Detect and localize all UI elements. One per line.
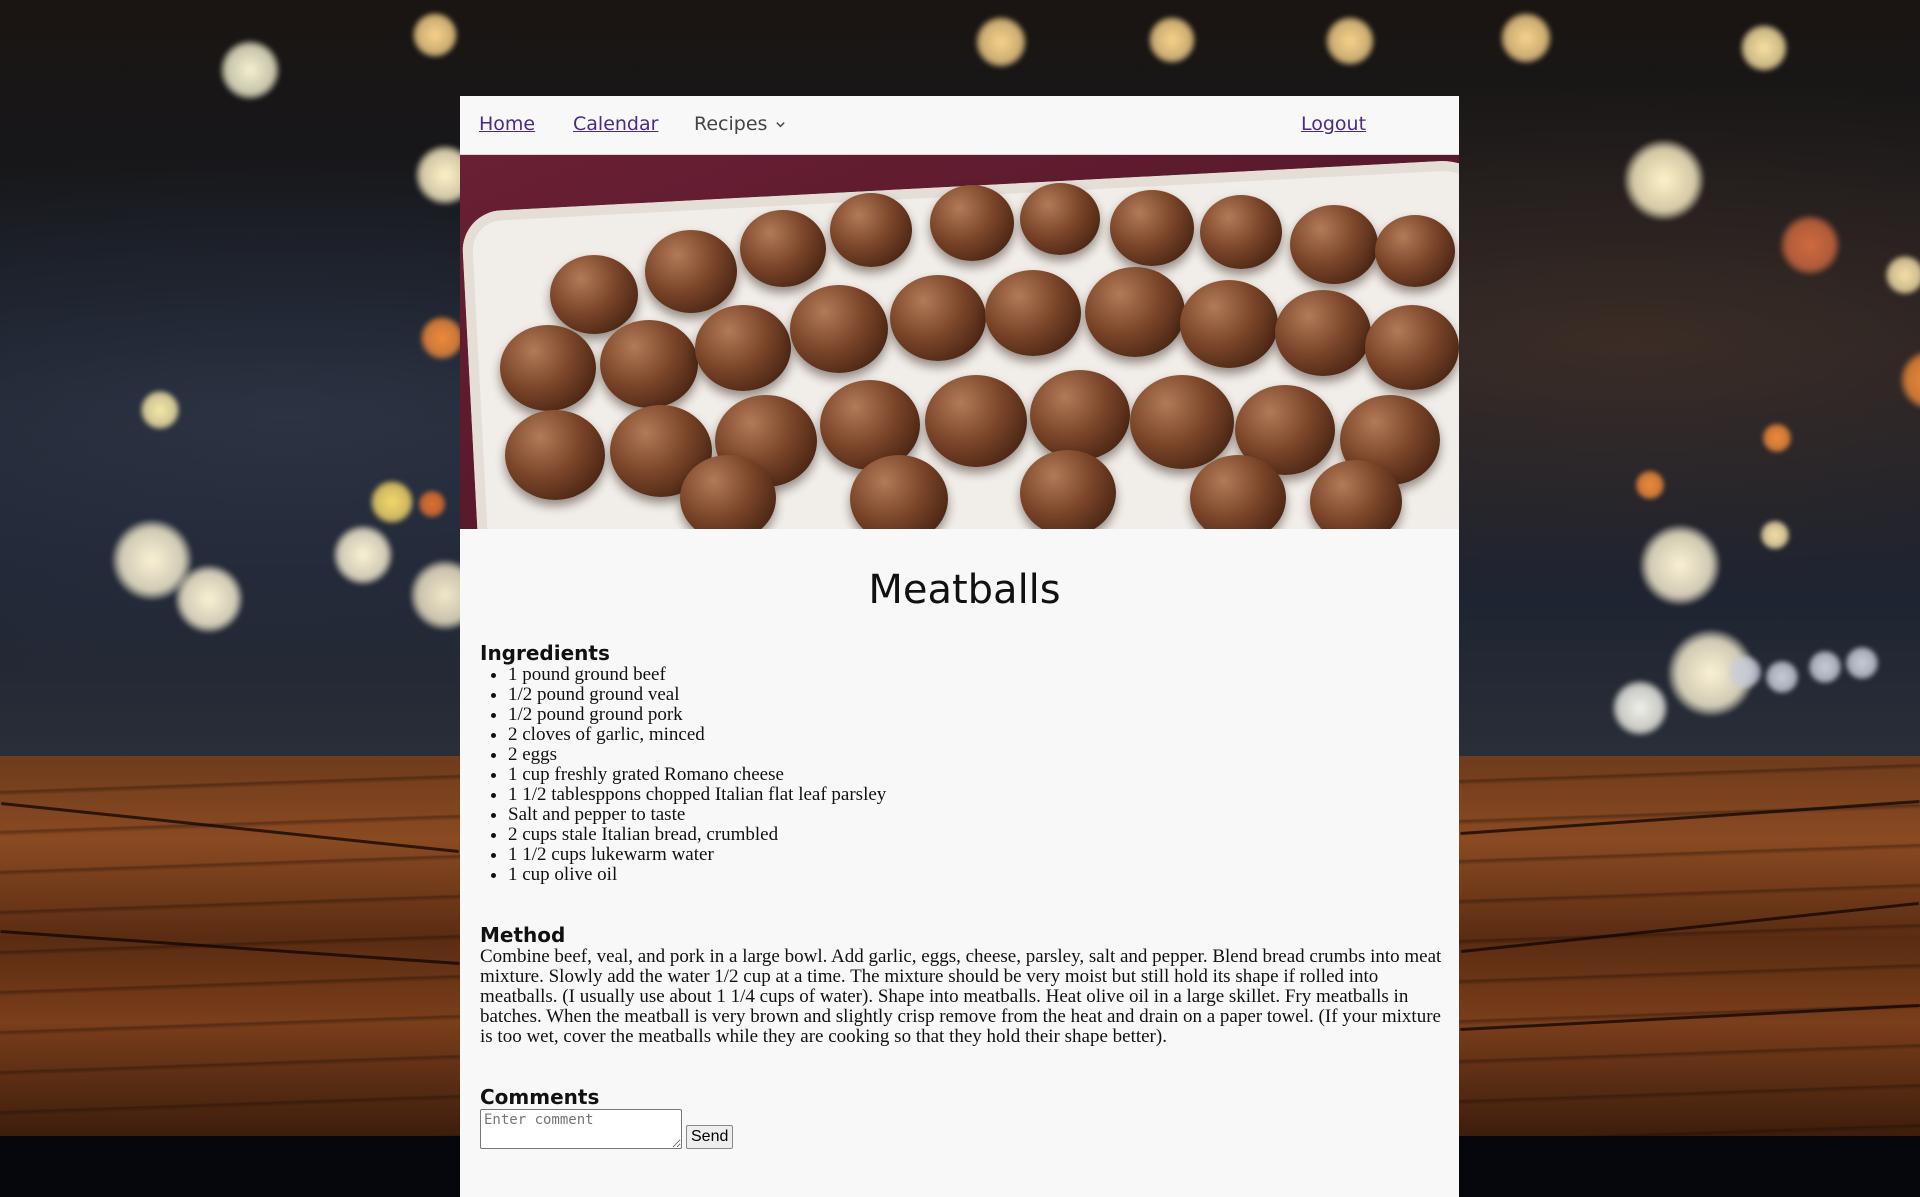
comment-form: Send (480, 1109, 1449, 1149)
bokeh-light (1500, 12, 1552, 64)
ingredient-item: 2 cloves of garlic, minced (508, 725, 1449, 745)
nav-logout-link[interactable]: Logout (1301, 113, 1366, 135)
meatball (1375, 215, 1455, 287)
ingredient-item: 1 1/2 cups lukewarm water (508, 845, 1449, 865)
meatball (505, 410, 605, 500)
bokeh-light (370, 480, 414, 524)
bokeh-light (1845, 646, 1879, 680)
nav-calendar-link[interactable]: Calendar (573, 113, 658, 135)
bokeh-light (1728, 655, 1762, 689)
comment-input[interactable] (480, 1109, 682, 1149)
meatball (1130, 375, 1234, 469)
meatball (1180, 280, 1278, 369)
bokeh-light (175, 565, 243, 633)
recipe-title: Meatballs (868, 567, 1061, 613)
ingredient-item: Salt and pepper to taste (508, 805, 1449, 825)
bokeh-light (975, 16, 1027, 68)
recipe-hero-image (460, 155, 1459, 529)
ingredient-item: 1 cup olive oil (508, 865, 1449, 885)
ingredients-heading: Ingredients (480, 641, 610, 665)
ingredient-item: 1 cup freshly grated Romano cheese (508, 765, 1449, 785)
bokeh-light (1148, 16, 1196, 64)
meatball (830, 193, 912, 267)
ingredient-item: 1 1/2 tablesppons chopped Italian flat l… (508, 785, 1449, 805)
nav-recipes-label: Recipes (694, 113, 768, 135)
bokeh-light (140, 390, 180, 430)
meatball (500, 325, 596, 412)
method-section: Method Combine beef, veal, and pork in a… (480, 923, 1449, 1047)
bokeh-light (1885, 255, 1920, 295)
meatball (740, 210, 826, 288)
comments-section: Comments Send (480, 1085, 1449, 1149)
meatball (550, 255, 638, 335)
chevron-down-icon (776, 121, 786, 127)
nav-home-link[interactable]: Home (479, 113, 535, 135)
meatball (1290, 205, 1378, 285)
bokeh-light (412, 12, 458, 58)
bokeh-light (420, 316, 464, 360)
meatball (1275, 290, 1371, 377)
ingredient-item: 1 pound ground beef (508, 665, 1449, 685)
ingredient-item: 2 eggs (508, 745, 1449, 765)
meatball (600, 320, 698, 409)
recipe-page-card: Home Calendar Recipes Logout Meatballs I… (460, 96, 1459, 1197)
ingredient-item: 1/2 pound ground veal (508, 685, 1449, 705)
bokeh-light (1900, 350, 1920, 410)
bokeh-light (418, 490, 446, 518)
meatball (1200, 195, 1282, 269)
nav-recipes-dropdown[interactable]: Recipes (694, 113, 786, 135)
meatball (1030, 370, 1130, 460)
ingredient-item: 2 cups stale Italian bread, crumbled (508, 825, 1449, 845)
send-button[interactable]: Send (686, 1125, 734, 1149)
bokeh-light (1760, 520, 1790, 550)
meatball (645, 230, 737, 313)
bokeh-light (1762, 423, 1792, 453)
bokeh-light (220, 40, 280, 100)
top-navigation-bar: Home Calendar Recipes Logout (460, 96, 1459, 155)
bokeh-light (1612, 680, 1668, 736)
meatball (790, 285, 888, 374)
bokeh-light (1624, 140, 1704, 220)
comments-heading: Comments (480, 1085, 600, 1109)
method-text: Combine beef, veal, and pork in a large … (480, 946, 1442, 1047)
meatball (1110, 190, 1194, 266)
bokeh-light (1635, 470, 1665, 500)
meatball (925, 375, 1027, 467)
ingredients-section: Ingredients 1 pound ground beef 1/2 poun… (480, 641, 1449, 885)
ingredient-item: 1/2 pound ground pork (508, 705, 1449, 725)
bokeh-light (1780, 215, 1840, 275)
bokeh-light (1808, 650, 1842, 684)
meatball (1085, 267, 1185, 357)
meatball (1020, 183, 1100, 255)
bokeh-light (1765, 660, 1799, 694)
bokeh-light (333, 525, 393, 585)
ingredients-list: 1 pound ground beef 1/2 pound ground vea… (480, 665, 1449, 885)
meatball (1020, 450, 1116, 529)
meatball (985, 270, 1081, 357)
method-heading: Method (480, 923, 566, 947)
meatball (890, 275, 986, 362)
bokeh-light (1640, 525, 1720, 605)
bokeh-light (1740, 24, 1788, 72)
meatball (930, 185, 1014, 261)
meatball (695, 305, 791, 392)
recipe-content: Meatballs Ingredients 1 pound ground bee… (460, 567, 1459, 1149)
bokeh-light (1325, 16, 1375, 66)
meatball (1365, 305, 1459, 390)
